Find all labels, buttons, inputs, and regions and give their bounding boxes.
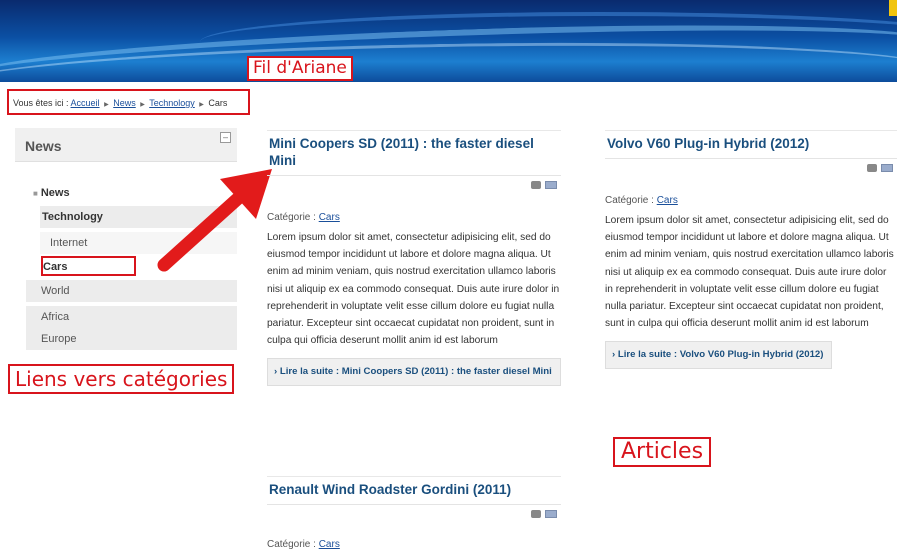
breadcrumb-separator: ▶	[199, 102, 204, 108]
breadcrumb-prefix: Vous êtes ici :	[13, 98, 69, 108]
breadcrumb-current: Cars	[208, 98, 228, 108]
sidebar-item-label: Africa	[41, 311, 70, 323]
read-more-link[interactable]: › Lire la suite : Volvo V60 Plug-in Hybr…	[605, 341, 833, 370]
breadcrumb-separator: ▶	[140, 102, 145, 108]
bullet-icon: ■	[33, 189, 38, 198]
site-banner	[0, 0, 897, 82]
breadcrumb-link-news[interactable]: News	[113, 98, 136, 108]
category-link[interactable]: Cars	[657, 195, 678, 206]
article-tools	[267, 176, 561, 196]
article-card: Volvo V60 Plug-in Hybrid (2012) Catégori…	[605, 130, 897, 370]
article-title[interactable]: Volvo V60 Plug-in Hybrid (2012)	[605, 130, 897, 159]
banner-corner	[889, 0, 897, 16]
sidebar-item-news[interactable]: ■ News	[33, 187, 70, 199]
category-label: Catégorie :	[267, 212, 316, 223]
category-link[interactable]: Cars	[319, 212, 340, 223]
sidebar-item-world[interactable]: World	[26, 280, 237, 302]
article-category: Catégorie : Cars	[267, 212, 561, 223]
article-title[interactable]: Mini Coopers SD (2011) : the faster dies…	[267, 130, 561, 176]
article-body: Lorem ipsum dolor sit amet, consectetur …	[267, 232, 560, 347]
sidebar-item-label: News	[40, 187, 70, 199]
email-icon[interactable]	[545, 181, 557, 189]
sidebar-item-europe[interactable]: Europe	[26, 328, 237, 350]
print-icon[interactable]	[867, 164, 877, 172]
breadcrumb: Vous êtes ici : Accueil ▶ News ▶ Technol…	[7, 89, 250, 115]
print-icon[interactable]	[531, 510, 541, 518]
print-icon[interactable]	[531, 181, 541, 189]
breadcrumb-link-technology[interactable]: Technology	[149, 98, 195, 108]
sidebar-item-label: Europe	[41, 333, 77, 345]
article-title[interactable]: Renault Wind Roadster Gordini (2011)	[267, 476, 561, 505]
email-icon[interactable]	[545, 510, 557, 518]
article-body: Lorem ipsum dolor sit amet, consectetur …	[605, 215, 894, 330]
sidebar-item-label: World	[41, 285, 70, 297]
category-label: Catégorie :	[605, 195, 654, 206]
collapse-toggle-icon[interactable]: –	[220, 132, 231, 143]
sidebar-item-africa[interactable]: Africa	[26, 306, 237, 328]
article-tools	[267, 505, 561, 525]
article-card: Mini Coopers SD (2011) : the faster dies…	[267, 130, 561, 387]
article-tools	[605, 159, 897, 179]
email-icon[interactable]	[881, 164, 893, 172]
annotation-arrow-icon	[157, 169, 272, 272]
sidebar-item-label: Internet	[50, 237, 88, 249]
annotation-highlight-box	[41, 256, 136, 276]
breadcrumb-separator: ▶	[104, 102, 109, 108]
module-header: News –	[15, 128, 237, 162]
category-link[interactable]: Cars	[319, 539, 340, 550]
read-more-link[interactable]: › Lire la suite : Mini Coopers SD (2011)…	[267, 358, 561, 387]
article-card: Renault Wind Roadster Gordini (2011) Cat…	[267, 476, 561, 550]
annotation-articles: Articles	[613, 437, 712, 467]
module-title: News	[25, 138, 62, 154]
category-label: Catégorie :	[267, 539, 316, 550]
sidebar-item-label: Technology	[42, 211, 103, 223]
annotation-fil-ariane: Fil d'Ariane	[247, 56, 353, 81]
article-category: Catégorie : Cars	[605, 195, 897, 206]
annotation-liens-categories: Liens vers catégories	[8, 364, 235, 394]
breadcrumb-link-accueil[interactable]: Accueil	[71, 98, 100, 108]
article-category: Catégorie : Cars	[267, 539, 561, 550]
